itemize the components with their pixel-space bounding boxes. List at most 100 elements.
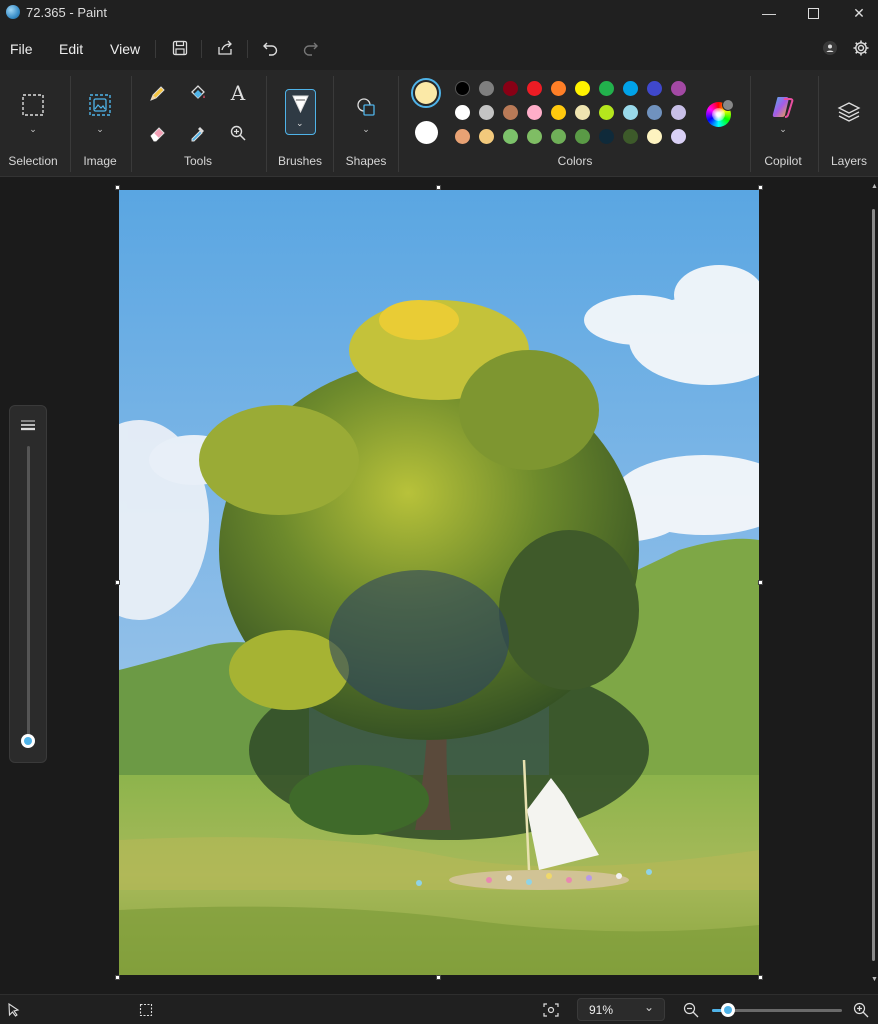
menu-file[interactable]: File xyxy=(10,41,33,57)
canvas-image[interactable] xyxy=(119,190,759,975)
brush-size-track[interactable] xyxy=(27,446,30,742)
share-button[interactable] xyxy=(213,36,237,60)
edit-colors-button[interactable] xyxy=(706,99,734,127)
color-swatch[interactable] xyxy=(623,129,638,144)
fit-to-window-button[interactable] xyxy=(540,1000,562,1020)
color-swatch[interactable] xyxy=(479,129,494,144)
zoom-out-icon xyxy=(683,1002,699,1018)
color-swatch[interactable] xyxy=(479,105,494,120)
brushes-button[interactable]: ⌄ xyxy=(285,89,316,135)
resize-handle[interactable] xyxy=(436,185,441,190)
fill-tool[interactable] xyxy=(185,80,211,106)
selection-button[interactable] xyxy=(20,92,46,118)
zoom-slider-track[interactable] xyxy=(712,1003,842,1017)
color-swatch[interactable] xyxy=(623,81,638,96)
resize-handle[interactable] xyxy=(436,975,441,980)
primary-color-button[interactable] xyxy=(411,78,441,108)
color-swatch[interactable] xyxy=(527,81,542,96)
color-swatch[interactable] xyxy=(503,81,518,96)
color-swatch[interactable] xyxy=(455,129,470,144)
color-swatch[interactable] xyxy=(647,129,662,144)
color-swatch[interactable] xyxy=(455,105,470,120)
color-swatch[interactable] xyxy=(551,129,566,144)
color-swatch[interactable] xyxy=(599,105,614,120)
color-swatch[interactable] xyxy=(455,81,470,96)
color-swatch[interactable] xyxy=(527,129,542,144)
image-button[interactable] xyxy=(87,92,113,118)
color-swatch[interactable] xyxy=(575,81,590,96)
settings-button[interactable] xyxy=(849,36,873,60)
vertical-scrollbar[interactable]: ▲ ▼ xyxy=(870,183,878,988)
color-swatch[interactable] xyxy=(671,81,686,96)
ribbon-separator xyxy=(131,76,132,172)
scroll-up-icon[interactable]: ▲ xyxy=(871,183,878,190)
color-swatch[interactable] xyxy=(503,129,518,144)
group-label-selection: Selection xyxy=(8,154,58,168)
layers-button[interactable] xyxy=(836,99,862,125)
eraser-tool[interactable] xyxy=(145,120,171,146)
color-swatch[interactable] xyxy=(671,105,686,120)
color-picker-tool[interactable] xyxy=(185,120,211,146)
scrollbar-thumb[interactable] xyxy=(872,209,875,961)
pencil-tool[interactable] xyxy=(145,80,171,106)
menu-edit[interactable]: Edit xyxy=(59,41,83,57)
scroll-down-icon[interactable]: ▼ xyxy=(871,976,878,983)
eraser-icon xyxy=(150,127,165,142)
resize-handle[interactable] xyxy=(758,975,763,980)
chevron-down-icon[interactable]: ⌄ xyxy=(779,124,787,135)
pencil-icon xyxy=(150,86,165,101)
resize-handle[interactable] xyxy=(115,185,120,190)
color-swatch[interactable] xyxy=(551,81,566,96)
menu-bar: File Edit View xyxy=(0,26,878,70)
zoom-select[interactable]: 91% ⌄ xyxy=(577,998,665,1021)
resize-handle[interactable] xyxy=(115,580,120,585)
resize-handle[interactable] xyxy=(758,185,763,190)
account-button[interactable] xyxy=(818,36,842,60)
paint-app-icon xyxy=(6,5,20,19)
color-swatch[interactable] xyxy=(527,105,542,120)
menu-separator xyxy=(155,40,156,58)
resize-handle[interactable] xyxy=(758,580,763,585)
close-button[interactable]: ✕ xyxy=(836,0,878,26)
menu-separator xyxy=(201,40,202,58)
color-swatch[interactable] xyxy=(671,129,686,144)
zoom-out-button[interactable] xyxy=(681,1000,701,1020)
stroke-thickness-icon xyxy=(21,420,35,431)
thumb-dot xyxy=(723,1006,732,1014)
chevron-down-icon[interactable]: ⌄ xyxy=(29,124,37,135)
color-swatch[interactable] xyxy=(623,105,638,120)
undo-button[interactable] xyxy=(258,36,282,60)
color-swatch[interactable] xyxy=(575,129,590,144)
magnifier-tool[interactable] xyxy=(225,120,251,146)
zoom-in-button[interactable] xyxy=(851,1000,871,1020)
window-title: 72.365 - Paint xyxy=(26,5,107,20)
rectangle-select-icon xyxy=(22,94,44,116)
color-swatch[interactable] xyxy=(479,81,494,96)
minimize-button[interactable]: — xyxy=(746,0,792,26)
color-swatch[interactable] xyxy=(647,81,662,96)
maximize-button[interactable] xyxy=(790,0,836,26)
zoom-slider-thumb[interactable] xyxy=(720,1003,735,1017)
color-wheel-icon xyxy=(712,108,725,121)
group-label-image: Image xyxy=(83,154,117,168)
redo-button[interactable] xyxy=(298,36,322,60)
text-tool[interactable]: A xyxy=(225,80,251,106)
close-icon: ✕ xyxy=(853,4,865,21)
undo-icon xyxy=(262,42,277,56)
color-swatch[interactable] xyxy=(503,105,518,120)
menu-view[interactable]: View xyxy=(110,41,140,57)
color-swatch[interactable] xyxy=(575,105,590,120)
copilot-button[interactable] xyxy=(770,94,796,120)
color-swatch[interactable] xyxy=(647,105,662,120)
resize-handle[interactable] xyxy=(115,975,120,980)
canvas-area[interactable]: ▲ ▼ xyxy=(0,177,878,994)
brush-size-thumb[interactable] xyxy=(21,734,35,748)
color-swatch[interactable] xyxy=(599,81,614,96)
color-swatch[interactable] xyxy=(599,129,614,144)
save-button[interactable] xyxy=(168,36,192,60)
chevron-down-icon[interactable]: ⌄ xyxy=(96,124,104,135)
shapes-button[interactable] xyxy=(353,94,379,120)
color-swatch[interactable] xyxy=(551,105,566,120)
secondary-color-button[interactable] xyxy=(415,121,438,144)
chevron-down-icon[interactable]: ⌄ xyxy=(362,124,370,135)
